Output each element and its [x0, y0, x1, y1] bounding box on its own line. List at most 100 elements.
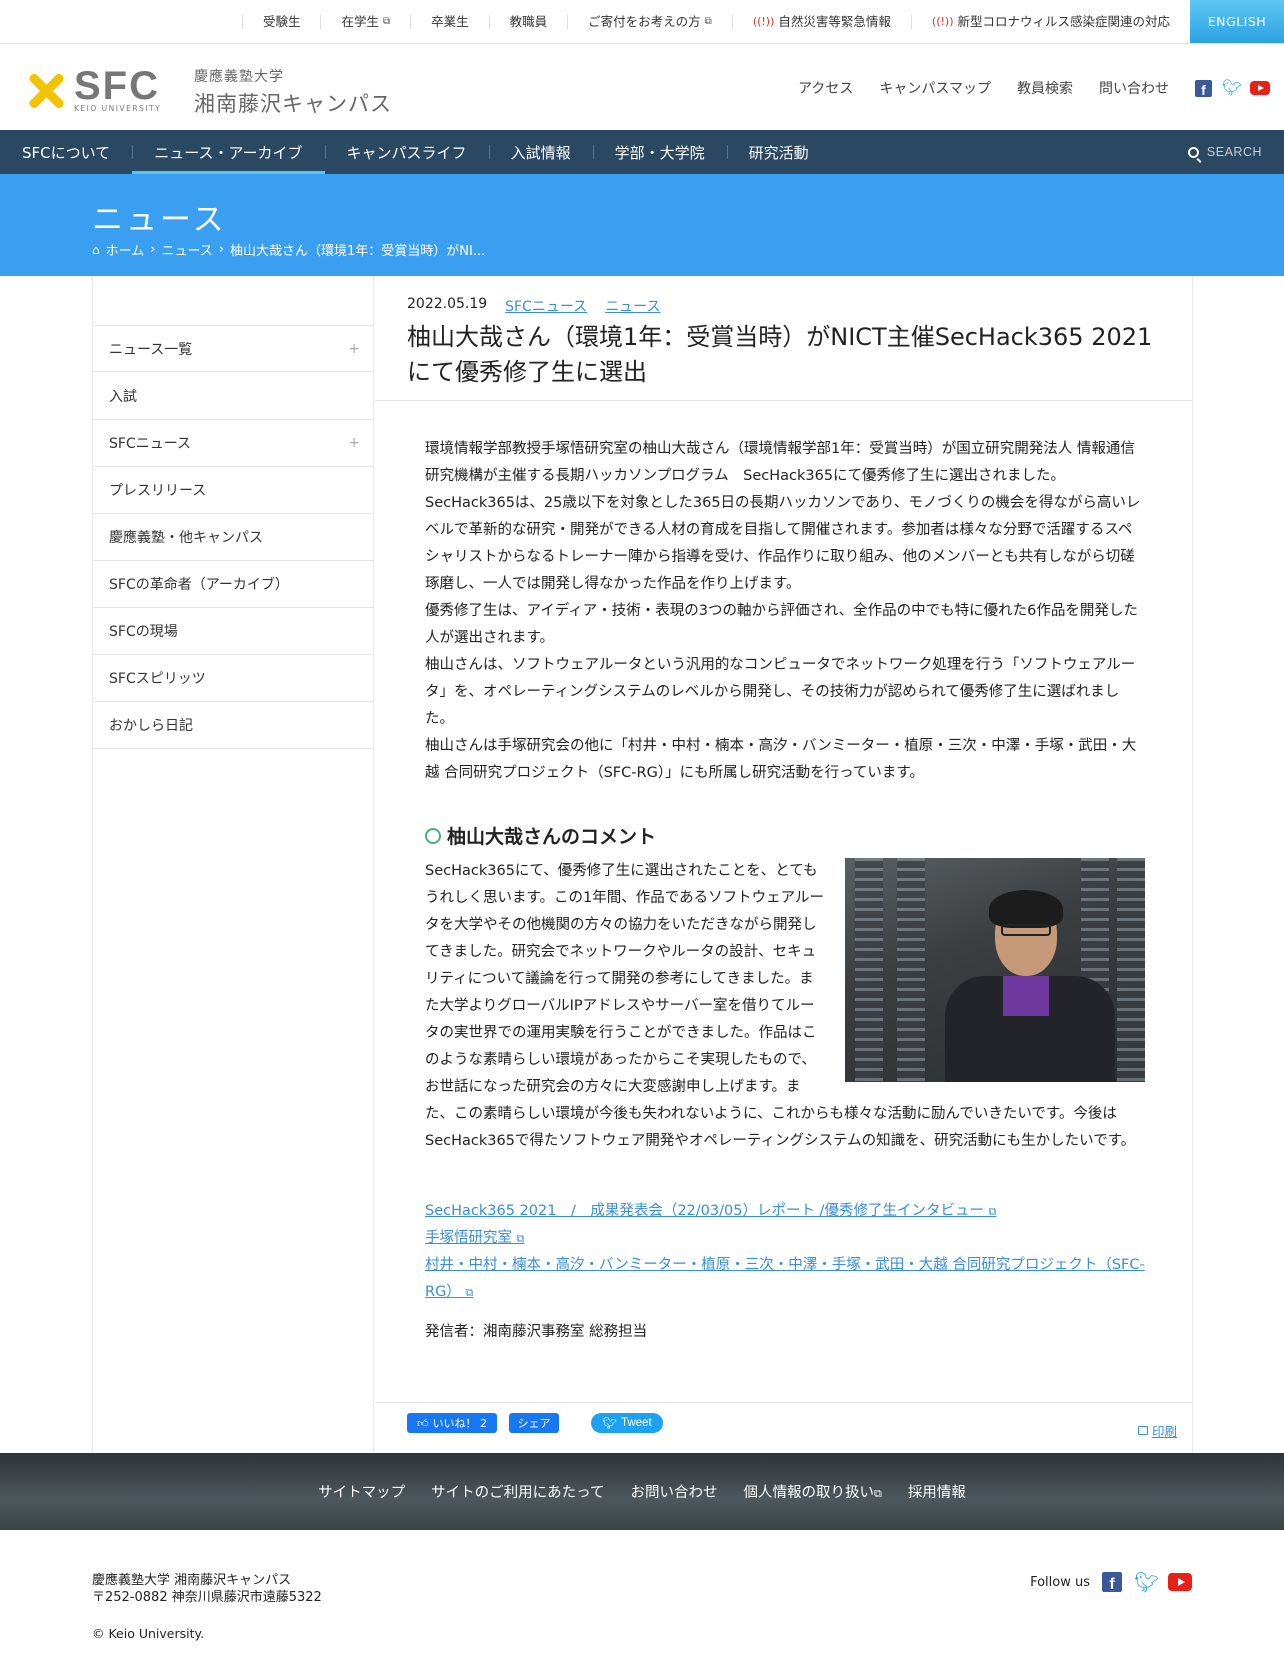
youtube-icon[interactable] — [1250, 81, 1270, 95]
category-link-news[interactable]: ニュース — [605, 296, 660, 316]
english-button[interactable]: ENGLISH — [1190, 0, 1284, 43]
facebook-icon[interactable]: f — [1102, 1572, 1122, 1593]
alert-icon: ((!)) — [752, 15, 775, 28]
category-link-sfc-news[interactable]: SFCニュース — [505, 296, 587, 316]
access-link[interactable]: アクセス — [798, 78, 853, 98]
article-paragraph: 柚山さんは、ソフトウェアルータという汎用的なコンピュータでネットワーク処理を行う… — [425, 657, 1136, 727]
external-link-icon: ⧉ — [465, 1286, 474, 1299]
campus-map-link[interactable]: キャンパスマップ — [879, 78, 991, 98]
page-title: ニュース — [92, 202, 227, 238]
related-links: SecHack365 2021 / 成果発表会（22/03/05）レポート /優… — [425, 1198, 1145, 1306]
faculty-search-link[interactable]: 教員検索 — [1017, 78, 1073, 98]
external-link-icon: ⧉ — [516, 1232, 525, 1245]
article-date: 2022.05.19 — [407, 296, 488, 312]
printer-icon — [1137, 1426, 1148, 1435]
logo-japanese: 慶應義塾大学 湘南藤沢キャンパス — [194, 69, 392, 116]
util-link-emergency[interactable]: ((!)) 自然災害等緊急情報 — [731, 15, 911, 29]
circle-bullet-icon — [425, 827, 441, 844]
footer-link-sitemap[interactable]: サイトマップ — [318, 1481, 405, 1502]
nav-about[interactable]: SFCについて — [0, 130, 132, 174]
logo-mark — [26, 71, 66, 111]
util-link-faculty[interactable]: 教職員 — [488, 15, 568, 29]
twitter-icon[interactable]: 🐦︎ — [1222, 80, 1242, 96]
breadcrumb-news[interactable]: ニュース — [161, 240, 212, 259]
article-header: 2022.05.19 SFCニュース ニュース 柚山大哉さん（環境1年：受賞当時… — [375, 276, 1193, 401]
logo-keio-text: KEIO UNIVERSITY — [74, 104, 162, 113]
sidebar-item-news-list[interactable]: ニュース一覧 + — [93, 325, 374, 372]
facebook-icon[interactable]: f — [1195, 79, 1212, 97]
search-icon — [1187, 146, 1199, 158]
util-link-students[interactable]: 在学生 ⧉ — [320, 15, 410, 29]
twitter-bird-icon: 🐦︎ — [602, 1418, 617, 1430]
sidebar-item-sfc-news[interactable]: SFCニュース + — [93, 420, 374, 467]
utility-links: 受験生 在学生 ⧉ 卒業生 教職員 ご寄付をお考えの方 ⧉ ((!)) 自然災害等緊急… — [241, 0, 1190, 44]
nav-faculties[interactable]: 学部・大学院 — [592, 130, 727, 174]
comment-section: SecHack365にて、優秀修了生に選出されたことを、とてもうれしく思います。… — [425, 858, 1145, 1155]
search-button[interactable]: SEARCH — [1187, 130, 1262, 174]
footer-nav: サイトマップ サイトのご利用にあたって お問い合わせ 個人情報の取り扱い⧉ 採用… — [0, 1453, 1284, 1530]
youtube-icon[interactable] — [1168, 1573, 1192, 1591]
breadcrumb-home[interactable]: ホーム — [106, 240, 145, 259]
link-sechack-report[interactable]: SecHack365 2021 / 成果発表会（22/03/05）レポート /優… — [425, 1198, 1145, 1225]
share-bar: 👍︎ いいね！ 2 シェア 🐦︎ Tweet 印刷 — [375, 1402, 1193, 1453]
facebook-share-button[interactable]: シェア — [509, 1413, 559, 1433]
link-sfc-rg[interactable]: 村井・中村・楠本・高汐・バンミーター・植原・三次・中澤・手塚・武田・大越 合同研… — [425, 1252, 1145, 1306]
home-icon: ⌂ — [92, 242, 100, 257]
footer-link-careers[interactable]: 採用情報 — [908, 1481, 966, 1502]
utility-bar: 受験生 在学生 ⧉ 卒業生 教職員 ご寄付をお考えの方 ⧉ ((!)) 自然災害等緊急… — [0, 0, 1284, 44]
social-links: f 🐦︎ — [1195, 79, 1270, 97]
facebook-like-button[interactable]: 👍︎ いいね！ 2 — [407, 1413, 497, 1433]
util-link-prospective[interactable]: 受験生 — [241, 15, 321, 29]
sidebar-item-press-release[interactable]: プレスリリース — [93, 467, 374, 514]
sidebar-item-keio-campus[interactable]: 慶應義塾・他キャンパス — [93, 514, 374, 561]
breadcrumb-separator: › — [218, 242, 225, 257]
expand-icon[interactable]: + — [348, 435, 360, 451]
nav-admissions[interactable]: 入試情報 — [488, 130, 593, 174]
article-paragraph: 環境情報学部教授手塚悟研究室の柚山大哉さん（環境情報学部1年：受賞当時）が国立研… — [425, 441, 1135, 484]
sidebar-item-spirits[interactable]: SFCスピリッツ — [93, 655, 374, 702]
footer-address: 慶應義塾大学 湘南藤沢キャンパス 〒252-0882 神奈川県藤沢市遠藤5322 — [92, 1573, 322, 1605]
external-link-icon: ⧉ — [704, 16, 712, 27]
sidebar-item-okashira-diary[interactable]: おかしら日記 — [93, 702, 374, 749]
sidebar: ニュース一覧 + 入試 SFCニュース + プレスリリース 慶應義塾・他キャンパス … — [93, 276, 374, 1453]
footer-link-privacy[interactable]: 個人情報の取り扱い⧉ — [743, 1481, 881, 1502]
nav-campus-life[interactable]: キャンパスライフ — [324, 130, 489, 174]
article-paragraph: 優秀修了生は、アイディア・技術・表現の3つの軸から評価され、全作品の中でも特に優… — [425, 603, 1138, 646]
sidebar-item-genba[interactable]: SFCの現場 — [93, 608, 374, 655]
nav-news-archive[interactable]: ニュース・アーカイブ — [132, 130, 325, 174]
article: 2022.05.19 SFCニュース ニュース 柚山大哉さん（環境1年：受賞当時… — [375, 276, 1193, 1453]
sidebar-item-revolutionaries[interactable]: SFCの革命者（アーカイブ） — [93, 561, 374, 608]
util-link-donation[interactable]: ご寄付をお考えの方 ⧉ — [567, 15, 732, 29]
header-links: アクセス キャンパスマップ 教員検索 問い合わせ f 🐦︎ — [798, 78, 1270, 98]
alert-icon: ((!)) — [931, 15, 954, 28]
site-footer: 慶應義塾大学 湘南藤沢キャンパス 〒252-0882 神奈川県藤沢市遠藤5322… — [0, 1530, 1284, 1678]
external-link-icon: ⧉ — [382, 16, 391, 27]
footer-follow: Follow us f 🐦︎ — [1030, 1572, 1192, 1593]
article-paragraph: 柚山さんは手塚研究会の他に「村井・中村・楠本・高汐・バンミーター・植原・三次・中… — [425, 738, 1137, 781]
expand-icon[interactable]: + — [348, 341, 360, 357]
contact-link[interactable]: 問い合わせ — [1099, 78, 1169, 98]
external-link-icon: ⧉ — [873, 1487, 882, 1500]
external-link-icon: ⧉ — [988, 1205, 997, 1218]
copyright: © Keio University. — [92, 1626, 205, 1641]
nav-research[interactable]: 研究活動 — [726, 130, 831, 174]
sidebar-item-admissions[interactable]: 入試 — [93, 373, 374, 420]
tweet-button[interactable]: 🐦︎ Tweet — [591, 1413, 663, 1433]
comment-heading: 柚山大哉さんのコメント — [425, 822, 656, 849]
main-nav: SFCについて ニュース・アーカイブ キャンパスライフ 入試情報 学部・大学院 … — [0, 130, 1284, 174]
article-paragraph: SecHack365は、25歳以下を対象とした365日の長期ハッカソンであり、モ… — [425, 495, 1141, 592]
util-link-alumni[interactable]: 卒業生 — [410, 15, 489, 29]
footer-link-terms[interactable]: サイトのご利用にあたって — [431, 1481, 604, 1502]
thumbs-up-icon: 👍︎ — [417, 1416, 429, 1430]
twitter-icon[interactable]: 🐦︎ — [1134, 1572, 1159, 1592]
student-photo — [845, 858, 1145, 1082]
sfc-logo[interactable]: SFC KEIO UNIVERSITY — [26, 64, 162, 113]
article-title: 柚山大哉さん（環境1年：受賞当時）がNICT主催SecHack365 2021に… — [407, 323, 1153, 386]
logo-sfc-text: SFC — [74, 64, 160, 108]
print-button[interactable]: 印刷 — [1137, 1421, 1177, 1440]
page-banner: ニュース ⌂ ホーム › ニュース › 柚山大哉さん（環境1年：受賞当時）がNI… — [0, 174, 1284, 276]
link-tezuka-lab[interactable]: 手塚悟研究室 ⧉ — [425, 1225, 1145, 1252]
util-link-covid[interactable]: ((!)) 新型コロナウィルス感染症関連の対応 — [910, 15, 1190, 29]
content-layout: ニュース一覧 + 入試 SFCニュース + プレスリリース 慶應義塾・他キャンパス … — [92, 276, 1193, 1453]
footer-link-contact[interactable]: お問い合わせ — [630, 1481, 717, 1502]
